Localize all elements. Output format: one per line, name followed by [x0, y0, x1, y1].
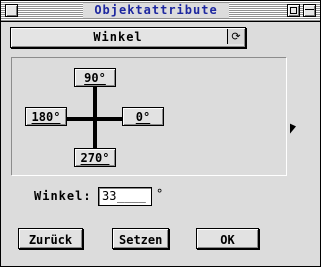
angle-field-label: Winkel:	[34, 189, 92, 203]
angle-input-mask: ____	[117, 189, 146, 203]
angle-input-value: 33	[102, 189, 117, 203]
arrow-cursor-icon	[290, 123, 296, 137]
ok-button[interactable]: OK	[196, 228, 259, 249]
zoom-box-icon[interactable]	[287, 4, 300, 17]
collapse-box-icon[interactable]	[303, 4, 316, 17]
angle-input[interactable]: 33 ____	[98, 187, 152, 206]
angle-0-button[interactable]: 0°	[122, 107, 164, 126]
mode-popup-label: Winkel	[93, 30, 143, 44]
angle-90-button[interactable]: 90°	[74, 68, 116, 87]
angle-180-button[interactable]: 180°	[25, 107, 67, 126]
dialog-window: Objektattribute Winkel ⟳ 90° 180° 0° 270…	[0, 0, 321, 267]
angle-270-button[interactable]: 270°	[74, 148, 116, 167]
close-box-icon[interactable]	[5, 4, 18, 17]
cross-vertical-bar	[93, 87, 97, 151]
degree-unit: °	[156, 187, 164, 201]
window-title: Objektattribute	[83, 3, 229, 18]
set-button[interactable]: Setzen	[112, 228, 169, 249]
refresh-cycle-icon[interactable]: ⟳	[227, 29, 244, 44]
back-button[interactable]: Zurück	[18, 228, 83, 249]
mode-popup[interactable]: Winkel ⟳	[10, 27, 246, 48]
title-bar[interactable]: Objektattribute	[1, 1, 320, 22]
